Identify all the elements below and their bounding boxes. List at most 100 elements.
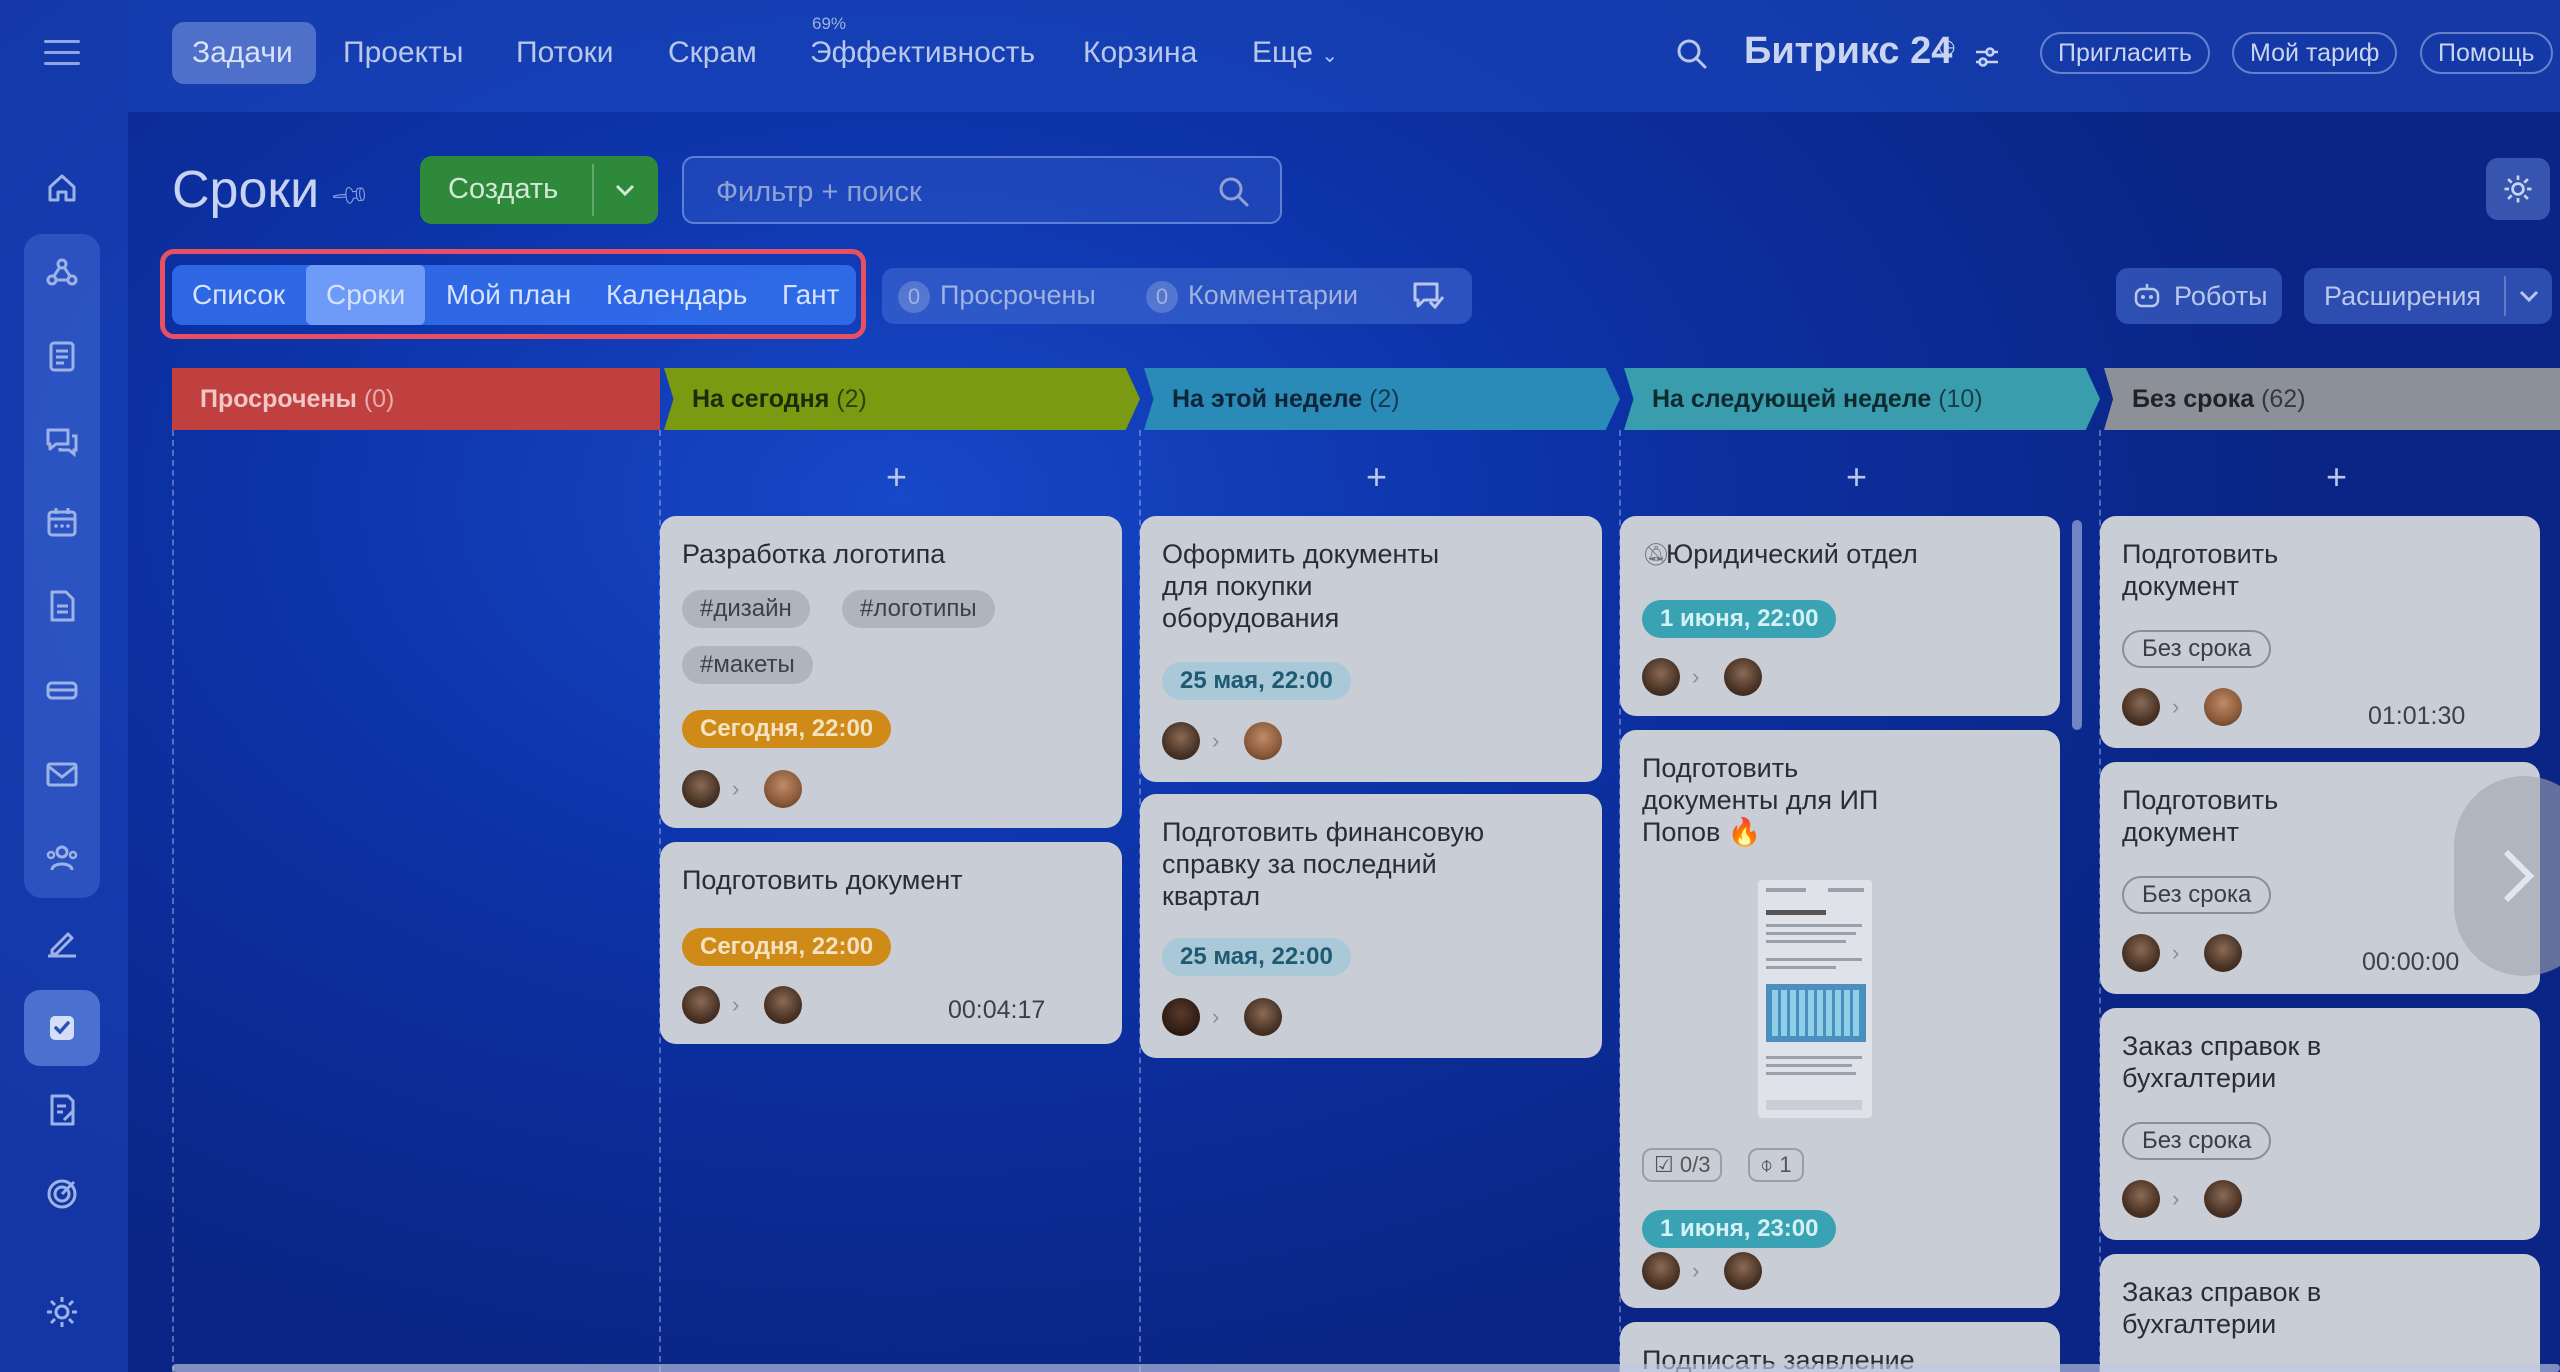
mail-icon[interactable] bbox=[42, 754, 82, 794]
nav-flows[interactable]: Потоки bbox=[516, 36, 614, 70]
my-tariff-button[interactable]: Мой тариф bbox=[2232, 32, 2398, 74]
drive-icon[interactable] bbox=[42, 670, 82, 710]
time-tracker[interactable]: 01:01:30 bbox=[2368, 702, 2465, 731]
responsible-avatar[interactable] bbox=[1724, 658, 1762, 696]
creator-avatar[interactable] bbox=[1162, 998, 1200, 1036]
deadline-badge[interactable]: Сегодня, 22:00 bbox=[682, 928, 892, 966]
add-task-this-week-button[interactable]: + bbox=[1366, 456, 1387, 498]
deadline-badge[interactable]: Сегодня, 22:00 bbox=[682, 710, 892, 748]
task-card[interactable]: Заказ справок в бухгалтерии bbox=[2100, 1254, 2540, 1372]
task-card[interactable]: Разработка логотипа #дизайн #логотипы #м… bbox=[660, 516, 1122, 828]
robots-button[interactable]: Роботы bbox=[2116, 268, 2282, 324]
deadline-badge[interactable]: 1 июня, 22:00 bbox=[1642, 600, 1837, 638]
nav-scrum[interactable]: Скрам bbox=[668, 36, 757, 70]
task-card[interactable]: 🔕︎ Юридический отдел 1 июня, 22:00 › bbox=[1620, 516, 2060, 716]
comments-counter[interactable]: 0 Комментарии bbox=[1146, 280, 1358, 313]
time-tracker[interactable]: 00:00:00 bbox=[2362, 948, 2459, 977]
column-header-this-week[interactable]: На этой неделе (2) bbox=[1144, 368, 1620, 430]
task-card[interactable]: Оформить документы для покупки оборудова… bbox=[1140, 516, 1602, 782]
add-task-next-week-button[interactable]: + bbox=[1846, 456, 1867, 498]
chevron-down-icon[interactable] bbox=[2516, 284, 2542, 308]
responsible-avatar[interactable] bbox=[2204, 1180, 2242, 1218]
filter-search-input[interactable]: Фильтр + поиск bbox=[682, 156, 1282, 224]
deadline-badge[interactable]: Без срока bbox=[2122, 1122, 2272, 1160]
responsible-avatar[interactable] bbox=[1724, 1252, 1762, 1290]
tab-gantt[interactable]: Гант bbox=[782, 265, 839, 325]
deadline-badge[interactable]: Без срока bbox=[2122, 630, 2272, 668]
creator-avatar[interactable] bbox=[1642, 1252, 1680, 1290]
calendar-icon[interactable] bbox=[42, 502, 82, 542]
deadline-badge[interactable]: 25 мая, 22:00 bbox=[1162, 938, 1351, 976]
horizontal-scrollbar[interactable] bbox=[172, 1364, 2560, 1372]
scroll-right-button[interactable] bbox=[2454, 776, 2560, 976]
tab-my-plan[interactable]: Мой план bbox=[446, 265, 571, 325]
clock-icon[interactable]: ◷ bbox=[1938, 34, 1955, 59]
responsible-avatar[interactable] bbox=[1244, 722, 1282, 760]
task-tag[interactable]: #дизайн bbox=[682, 590, 810, 628]
crm-icon[interactable] bbox=[42, 252, 82, 292]
help-button[interactable]: Помощь bbox=[2420, 32, 2553, 74]
column-scrollbar[interactable] bbox=[2072, 520, 2082, 730]
responsible-avatar[interactable] bbox=[764, 770, 802, 808]
creator-avatar[interactable] bbox=[2122, 1180, 2160, 1218]
creator-avatar[interactable] bbox=[682, 770, 720, 808]
tab-deadlines[interactable]: Сроки bbox=[306, 265, 426, 325]
attachments-badge[interactable]: ⌽ 1 bbox=[1748, 1148, 1804, 1182]
add-task-today-button[interactable]: + bbox=[886, 456, 907, 498]
task-tag[interactable]: #макеты bbox=[682, 646, 813, 684]
home-icon[interactable] bbox=[42, 168, 82, 208]
search-icon[interactable] bbox=[1674, 36, 1710, 72]
tab-calendar[interactable]: Календарь bbox=[606, 265, 747, 325]
settings-icon[interactable] bbox=[42, 1292, 82, 1332]
creator-avatar[interactable] bbox=[2122, 688, 2160, 726]
page-settings-button[interactable] bbox=[2486, 158, 2550, 220]
deadline-badge[interactable]: 1 июня, 23:00 bbox=[1642, 1210, 1837, 1248]
nav-trash[interactable]: Корзина bbox=[1083, 36, 1197, 70]
forms-icon[interactable] bbox=[42, 1090, 82, 1130]
create-button[interactable]: Создать bbox=[420, 156, 658, 224]
chat-icon[interactable] bbox=[42, 420, 82, 460]
sign-icon[interactable] bbox=[42, 922, 82, 962]
nav-efficiency[interactable]: Эффективность bbox=[810, 36, 1035, 70]
checklist-badge[interactable]: ☑ 0/3 bbox=[1642, 1148, 1723, 1182]
task-card[interactable]: Подготовить документ Без срока › 01:01:3… bbox=[2100, 516, 2540, 748]
column-header-next-week[interactable]: На следующей неделе (10) bbox=[1624, 368, 2100, 430]
nav-tasks[interactable]: Задачи bbox=[192, 36, 293, 70]
task-card[interactable]: Подготовить финансовую справку за послед… bbox=[1140, 794, 1602, 1058]
time-tracker[interactable]: 00:04:17 bbox=[948, 996, 1045, 1025]
menu-icon[interactable] bbox=[44, 40, 80, 66]
creator-avatar[interactable] bbox=[1642, 658, 1680, 696]
pin-icon[interactable]: 📌︎ bbox=[328, 173, 374, 218]
task-tag[interactable]: #логотипы bbox=[842, 590, 995, 628]
search-icon[interactable] bbox=[1216, 174, 1252, 210]
responsible-avatar[interactable] bbox=[764, 986, 802, 1024]
nav-more[interactable]: Еще ⌄ bbox=[1252, 36, 1338, 70]
bitrix24-logo[interactable]: Битрикс 24 bbox=[1744, 30, 1952, 73]
creator-avatar[interactable] bbox=[1162, 722, 1200, 760]
deadline-badge[interactable]: 25 мая, 22:00 bbox=[1162, 662, 1351, 700]
add-task-no-deadline-button[interactable]: + bbox=[2326, 456, 2347, 498]
task-card[interactable]: Подготовить документ Сегодня, 22:00 › 00… bbox=[660, 842, 1122, 1044]
task-card[interactable]: Подготовить документы для ИП Попов 🔥 ☑ 0… bbox=[1620, 730, 2060, 1308]
filter-sliders-icon[interactable] bbox=[1972, 42, 2002, 72]
column-header-today[interactable]: На сегодня (2) bbox=[664, 368, 1140, 430]
chevron-down-icon[interactable] bbox=[612, 178, 638, 202]
task-card[interactable]: Заказ справок в бухгалтерии Без срока › bbox=[2100, 1008, 2540, 1240]
attachment-preview-image[interactable] bbox=[1758, 880, 1872, 1118]
responsible-avatar[interactable] bbox=[2204, 934, 2242, 972]
creator-avatar[interactable] bbox=[2122, 934, 2160, 972]
goals-icon[interactable] bbox=[42, 1174, 82, 1214]
document-icon[interactable] bbox=[42, 586, 82, 626]
invite-button[interactable]: Пригласить bbox=[2040, 32, 2210, 74]
read-all-icon[interactable] bbox=[1410, 278, 1446, 314]
extensions-button[interactable]: Расширения bbox=[2304, 268, 2552, 324]
tasks-icon[interactable] bbox=[42, 1008, 82, 1048]
column-header-no-deadline[interactable]: Без срока (62) bbox=[2104, 368, 2560, 430]
team-icon[interactable] bbox=[42, 838, 82, 878]
nav-projects[interactable]: Проекты bbox=[343, 36, 463, 70]
deadline-badge[interactable]: Без срока bbox=[2122, 876, 2272, 914]
responsible-avatar[interactable] bbox=[2204, 688, 2242, 726]
feed-icon[interactable] bbox=[42, 336, 82, 376]
tab-list[interactable]: Список bbox=[192, 265, 285, 325]
responsible-avatar[interactable] bbox=[1244, 998, 1282, 1036]
